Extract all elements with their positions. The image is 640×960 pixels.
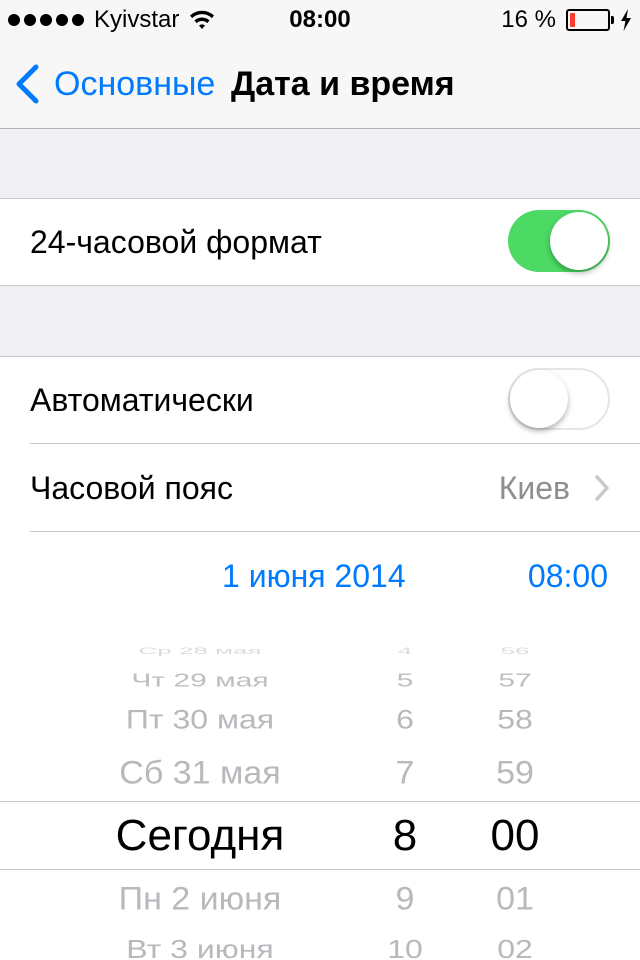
hour-wheel[interactable]: 4 5 6 7 8 9 10 [350,619,460,960]
format24-label: 24-часовой формат [30,224,322,260]
minute-option-option[interactable]: 59 [460,757,570,789]
toggle-knob [510,370,568,428]
format24-toggle[interactable] [508,210,610,272]
day-option-option[interactable]: Пт 30 мая [60,705,340,732]
automatic-label: Автоматически [30,382,254,418]
hour-option-option[interactable]: 7 [350,757,460,789]
timezone-value: Киев [498,470,570,506]
battery-percent: 16 % [501,6,556,33]
minute-option-option[interactable]: 02 [460,936,570,960]
battery-level-fill [570,13,575,27]
page-title: Дата и время [231,65,455,103]
navigation-bar: Основные Дата и время [0,40,640,129]
chevron-back-icon [16,64,39,104]
hour-option-selected[interactable]: 8 [350,814,460,858]
minute-option-option[interactable]: 01 [460,883,570,915]
minute-wheel[interactable]: 56 57 58 59 00 01 02 [460,619,570,960]
time-value[interactable]: 08:00 [528,532,608,620]
minute-option-option[interactable]: 56 [460,646,570,655]
hour-option-option[interactable]: 5 [350,671,460,691]
day-option-option[interactable]: Пн 2 июня [60,883,340,915]
timezone-label: Часовой пояс [30,470,233,506]
automatic-row: Автоматически [0,356,640,444]
day-option-option[interactable]: Сб 31 мая [60,757,340,789]
day-option-selected[interactable]: Сегодня [60,814,340,858]
format-group: 24-часовой формат [0,198,640,286]
day-option-option[interactable]: Чт 29 мая [60,671,340,691]
date-time-row: 1 июня 2014 08:00 [0,532,640,620]
back-button[interactable]: Основные [14,64,215,104]
format24-row: 24-часовой формат [0,198,640,286]
minute-option-selected[interactable]: 00 [460,814,570,858]
hour-option-option[interactable]: 10 [350,936,460,960]
automatic-toggle[interactable] [508,368,610,430]
status-bar: Kyivstar 08:00 16 % [0,0,640,40]
day-wheel[interactable]: Ср 28 мая Чт 29 мая Пт 30 мая Сб 31 мая Сего… [60,619,340,960]
minute-option-option[interactable]: 57 [460,671,570,691]
day-option-option[interactable]: Ср 28 мая [60,646,340,655]
battery-icon [566,9,610,31]
timezone-row[interactable]: Часовой пояс Киев [0,444,640,532]
toggle-knob [550,212,608,270]
charging-bolt-icon [621,9,631,31]
back-button-label: Основные [54,65,216,103]
status-right: 16 % [501,6,632,34]
battery-tip [611,16,614,24]
day-option-option[interactable]: Вт 3 июня [60,936,340,960]
date-value[interactable]: 1 июня 2014 [222,532,406,620]
hour-option-option[interactable]: 9 [350,883,460,915]
hour-option-option[interactable]: 6 [350,705,460,732]
minute-option-option[interactable]: 58 [460,705,570,732]
hour-option-option[interactable]: 4 [350,646,460,655]
date-picker[interactable]: Ср 28 мая Чт 29 мая Пт 30 мая Сб 31 мая Сего… [0,619,640,960]
chevron-right-icon [595,475,609,501]
